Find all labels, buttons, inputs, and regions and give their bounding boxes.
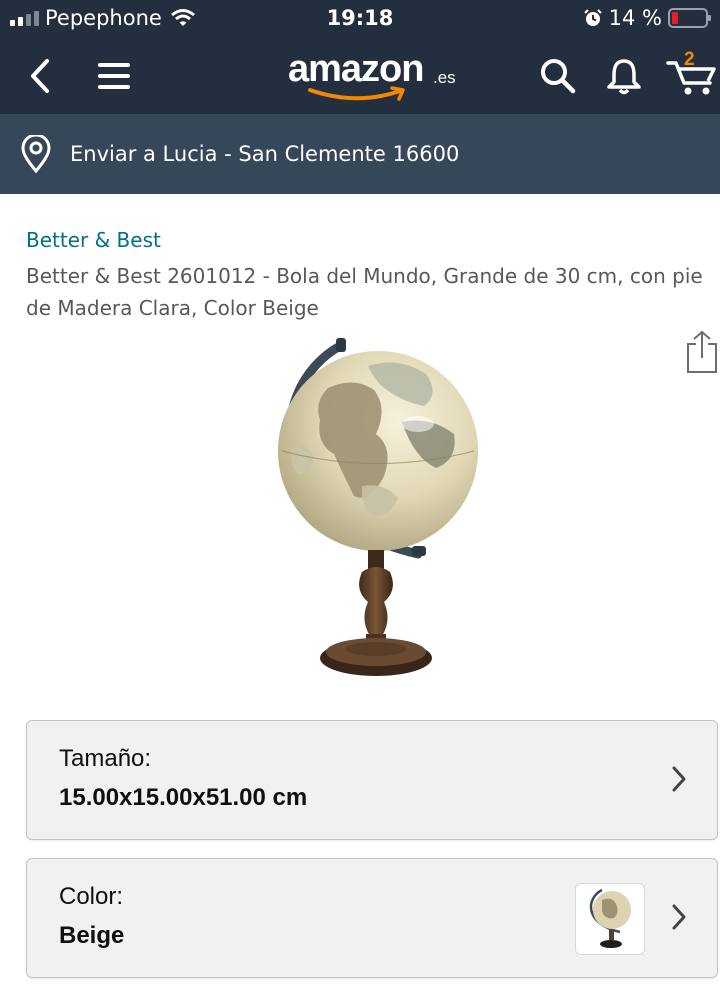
location-pin-icon [21,135,51,173]
bell-icon [607,59,641,95]
cart-count-badge: 2 [684,49,695,70]
product-title: Better & Best 2601012 - Bola del Mundo, … [26,264,703,320]
nav-bar: amazon .es 2 [0,38,720,114]
size-value: 15.00x15.00x51.00 cm [59,784,308,811]
chevron-right-icon [672,766,686,792]
delivery-location-bar[interactable]: Enviar a Lucia - San Clemente 16600 [0,114,720,194]
alarm-icon [583,9,602,26]
delivery-text: Enviar a Lucia - San Clemente 16600 [70,142,460,166]
logo-text: amazon [288,48,424,90]
status-bar: Pepephone 19:18 14 % [0,0,720,38]
color-selector[interactable]: Color: Beige [26,858,718,978]
cart-button[interactable]: 2 [664,49,720,100]
globe-thumbnail-image [589,888,631,948]
globe-image [278,338,478,676]
back-button[interactable] [16,52,64,100]
share-button[interactable] [684,330,720,374]
logo-tld: .es [433,68,456,87]
amazon-logo[interactable]: amazon .es [288,46,463,108]
brand-link[interactable]: Better & Best [26,228,161,252]
search-button[interactable] [534,52,582,100]
product-image[interactable] [258,336,490,692]
color-thumbnail [575,883,645,955]
battery-icon [668,8,711,28]
back-icon [31,59,49,93]
color-label: Color: [59,883,124,910]
size-selector[interactable]: Tamaño: 15.00x15.00x51.00 cm [26,720,718,840]
color-value: Beige [59,922,125,949]
menu-icon [98,63,130,89]
size-label: Tamaño: [59,745,152,772]
notifications-button[interactable] [600,52,648,100]
menu-button[interactable] [90,52,138,100]
status-right: 14 % [583,6,712,30]
chevron-right-icon [672,904,686,930]
search-icon [541,59,576,94]
battery-percent: 14 % [608,6,662,30]
share-icon [687,330,717,373]
smile-arrow-icon [308,86,405,101]
